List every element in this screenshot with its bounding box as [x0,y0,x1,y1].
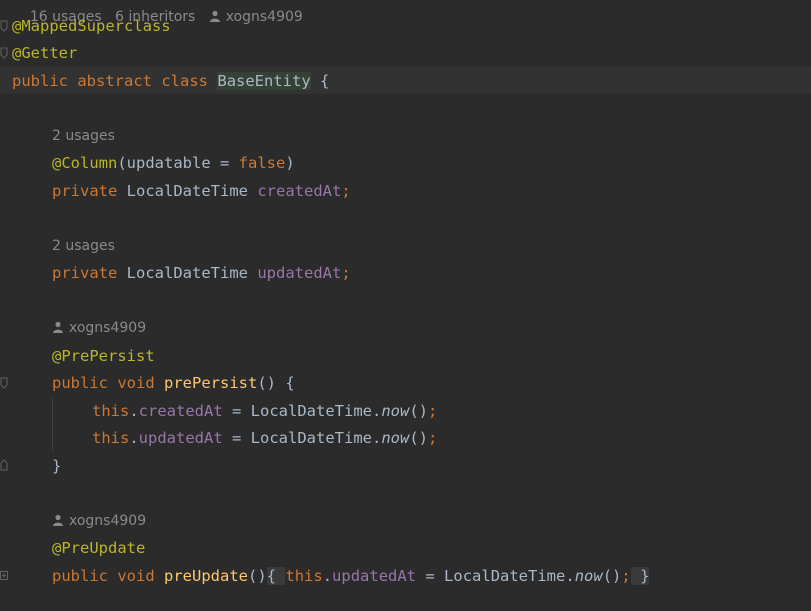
usages-count[interactable]: 2 usages [52,238,115,254]
code-text: = [222,402,251,420]
author-hint[interactable]: xogns4909 [52,318,146,338]
class-name[interactable]: BaseEntity [217,72,311,90]
code-line[interactable]: public void preUpdate(){ this.updatedAt … [52,565,650,587]
annotation: @PrePersist [52,347,155,365]
method-call: now [574,567,603,585]
usages-count[interactable]: 2 usages [52,128,115,144]
code-line[interactable]: @PrePersist [52,345,155,367]
code-line[interactable]: @PreUpdate [52,537,145,559]
annotation: @MappedSuperclass [12,17,171,35]
fold-marker-icon[interactable] [0,20,8,32]
semicolon: ; [621,567,631,585]
person-icon [53,321,63,333]
field-name: createdAt [257,182,342,200]
keyword: void [117,374,155,392]
type-name: LocalDateTime [250,429,372,447]
keyword: public [52,374,108,392]
expand-fold-icon[interactable] [0,570,8,582]
keyword: false [238,154,286,172]
keyword: public [52,567,108,585]
code-text: = [222,429,251,447]
usages-hint[interactable]: 2 usages [52,126,115,146]
person-icon [53,514,63,526]
keyword: void [117,567,155,585]
semicolon: ; [341,264,351,282]
author-name: xogns4909 [69,320,147,336]
fold-marker-icon[interactable] [0,377,8,389]
class-usage-hint[interactable]: 16 usages 6 inheritors xogns4909 [12,0,303,25]
keyword: private [52,264,118,282]
folded-region-open[interactable]: { [266,567,286,585]
code-line[interactable]: @Column(updatable = false) [52,152,295,174]
code-text: = [416,567,445,585]
type-name: LocalDateTime [250,402,372,420]
fold-marker-icon[interactable] [0,459,8,471]
code-text: ) [285,154,295,172]
keyword: class [161,72,209,90]
annotation: @Column [52,154,118,172]
field-name: updatedAt [257,264,342,282]
type-name: LocalDateTime [444,567,566,585]
field-name: updatedAt [332,567,417,585]
type-name: LocalDateTime [126,182,248,200]
fold-marker-icon[interactable] [0,47,8,59]
folded-region-close[interactable]: } [630,567,650,585]
code-text: (updatable = [117,154,239,172]
code-text: () [409,402,429,420]
brace: } [52,457,62,475]
code-line[interactable]: this.createdAt = LocalDateTime.now(); [92,400,437,422]
keyword: this [92,429,130,447]
dot: . [372,402,382,420]
author-hint[interactable]: xogns4909 [52,511,146,531]
dot: . [129,402,139,420]
author-name: xogns4909 [225,9,303,25]
code-line-current[interactable]: public abstract class BaseEntity { [12,70,329,92]
semicolon: ; [428,429,438,447]
dot: . [565,567,575,585]
annotation: @PreUpdate [52,539,146,557]
code-line[interactable]: @MappedSuperclass [12,15,171,37]
annotation: @Getter [12,44,78,62]
keyword: this [92,402,130,420]
code-line[interactable]: this.updatedAt = LocalDateTime.now(); [92,427,437,449]
dot: . [372,429,382,447]
semicolon: ; [428,402,438,420]
type-name: LocalDateTime [126,264,248,282]
method-call: now [381,429,410,447]
person-icon [209,10,220,22]
semicolon: ; [341,182,351,200]
keyword: private [52,182,118,200]
method-name: preUpdate [164,567,249,585]
field-name: createdAt [138,402,223,420]
keyword: this [285,567,323,585]
brace: } [640,567,650,585]
code-text: () { [257,374,295,392]
brace: { [320,72,330,90]
code-text: () [248,567,267,585]
code-line[interactable]: @Getter [12,42,77,64]
code-line[interactable]: } [52,455,61,477]
dot: . [129,429,139,447]
author-name: xogns4909 [69,513,147,529]
code-line[interactable]: private LocalDateTime updatedAt; [52,262,351,284]
code-editor[interactable]: 16 usages 6 inheritors xogns4909 @Mapped… [0,0,811,611]
code-line[interactable]: private LocalDateTime createdAt; [52,180,351,202]
code-line[interactable]: public void prePersist() { [52,372,295,394]
keyword: abstract [77,72,152,90]
method-name: prePersist [164,374,258,392]
field-name: updatedAt [138,429,223,447]
code-text: () [409,429,429,447]
keyword: public [12,72,68,90]
dot: . [322,567,333,585]
indent-guide [52,398,53,452]
code-text: () [602,567,622,585]
usages-hint[interactable]: 2 usages [52,236,115,256]
method-call: now [381,402,410,420]
